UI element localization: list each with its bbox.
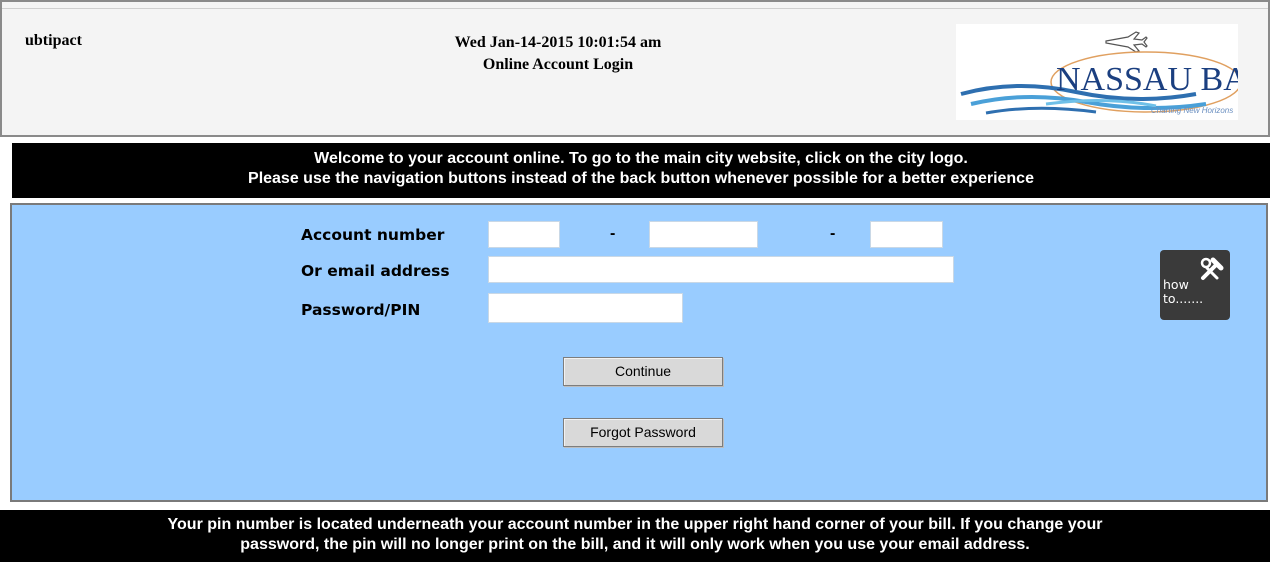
password-input[interactable] [488,293,683,323]
password-label: Password/PIN [301,301,421,319]
account-number-part1-input[interactable] [488,221,560,248]
pin-info-line-2: password, the pin will no longer print o… [240,536,1030,553]
account-number-part3-input[interactable] [870,221,943,248]
account-number-part2-input[interactable] [649,221,758,248]
pin-info-line-1: Your pin number is located underneath yo… [167,516,1103,533]
forgot-password-button[interactable]: Forgot Password [563,418,723,447]
pin-info-banner: Your pin number is located underneath yo… [0,510,1270,562]
datetime: Wed Jan-14-2015 10:01:54 am [454,34,662,51]
city-logo-link[interactable]: NASSAU BAY Charting New Horizons [956,24,1238,120]
account-dash-2: - [830,225,836,242]
account-dash-1: - [610,225,616,242]
airplane-icon [1105,31,1148,53]
login-form-panel: Account number - - Or email address Pass… [10,203,1268,502]
app-name: ubtipact [25,32,82,49]
how-to-button[interactable]: how to....... [1160,250,1230,320]
page-title: Online Account Login [482,56,634,73]
header-divider [2,8,1268,9]
continue-button[interactable]: Continue [563,357,723,386]
account-number-label: Account number [301,226,445,244]
logo-text: NASSAU BAY [1056,61,1238,98]
header-center: Wed Jan-14-2015 10:01:54 am Online Accou… [358,32,758,76]
welcome-line-2: Please use the navigation buttons instea… [248,170,1034,187]
how-to-label: how to....... [1163,277,1204,306]
email-input[interactable] [488,256,954,283]
welcome-banner: Welcome to your account online. To go to… [12,143,1270,198]
city-logo: NASSAU BAY Charting New Horizons [960,31,1238,115]
welcome-line-1: Welcome to your account online. To go to… [314,150,968,167]
page-header: ubtipact Wed Jan-14-2015 10:01:54 am Onl… [0,0,1270,137]
logo-tagline: Charting New Horizons [1151,106,1233,115]
email-label: Or email address [301,262,450,280]
